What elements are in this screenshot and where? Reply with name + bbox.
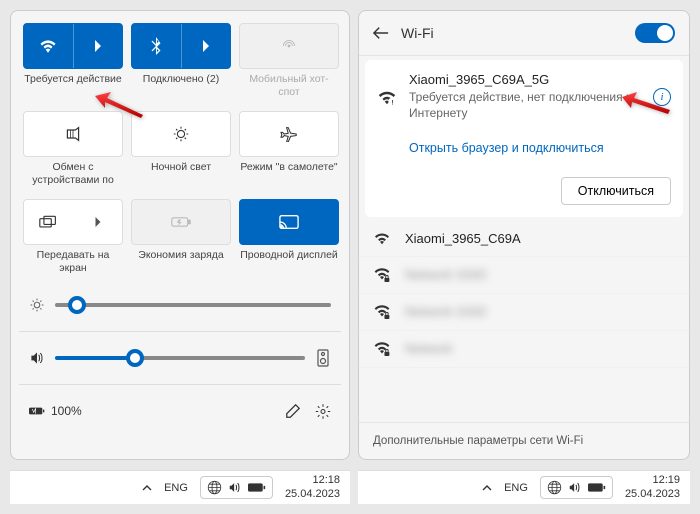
network-name: Network xyxy=(405,341,453,356)
wifi-locked-icon xyxy=(373,267,393,283)
night-light-tile[interactable] xyxy=(131,111,231,157)
quick-settings-panel: Требуется действие Подключено (2) Мобиль… xyxy=(10,10,350,460)
network-list: Xiaomi_3965_C69A Network SSID Network SS… xyxy=(359,221,689,368)
clock[interactable]: 12:19 25.04.2023 xyxy=(625,474,680,500)
disconnect-button[interactable]: Отключиться xyxy=(561,177,671,205)
system-tray[interactable] xyxy=(540,476,613,499)
wifi-icon xyxy=(373,231,393,245)
network-item[interactable]: Network SSID xyxy=(359,294,689,331)
network-name: Network SSID xyxy=(405,267,487,282)
volume-tray-icon xyxy=(568,481,582,494)
chevron-right-icon[interactable] xyxy=(74,200,123,244)
wifi-locked-icon xyxy=(373,341,393,357)
language-indicator[interactable]: ENG xyxy=(504,482,528,494)
project-tile[interactable] xyxy=(23,199,123,245)
chevron-right-icon[interactable] xyxy=(182,24,231,68)
wifi-locked-icon xyxy=(373,304,393,320)
bluetooth-tile-label: Подключено (2) xyxy=(143,73,219,101)
current-network[interactable]: ! Xiaomi_3965_C69A_5G Требуется действие… xyxy=(365,60,683,217)
project-label: Передавать на экран xyxy=(23,249,123,277)
network-tray-icon xyxy=(547,480,562,495)
bluetooth-tile[interactable] xyxy=(131,23,231,69)
system-tray[interactable] xyxy=(200,476,273,499)
edit-icon[interactable] xyxy=(285,403,301,419)
wifi-tile[interactable] xyxy=(23,23,123,69)
airplane-mode-tile[interactable] xyxy=(239,111,339,157)
more-wifi-settings[interactable]: Дополнительные параметры сети Wi-Fi xyxy=(359,422,689,459)
quick-settings-footer: 100% xyxy=(23,403,337,419)
divider xyxy=(19,331,341,332)
taskbar-left: ENG 12:18 25.04.2023 xyxy=(10,470,350,504)
annotation-arrow xyxy=(622,92,672,116)
volume-slider[interactable] xyxy=(23,350,337,366)
tray-chevron-icon[interactable] xyxy=(482,484,492,492)
network-tray-icon xyxy=(207,480,222,495)
volume-tray-icon xyxy=(228,481,242,494)
wifi-header: Wi-Fi xyxy=(359,11,689,56)
hotspot-tile[interactable] xyxy=(239,23,339,69)
network-item[interactable]: Network xyxy=(359,331,689,368)
wifi-toggle[interactable] xyxy=(635,23,675,43)
tile-row-1: Требуется действие Подключено (2) Мобиль… xyxy=(23,23,337,101)
battery-percentage: 100% xyxy=(51,404,82,418)
open-browser-link[interactable]: Открыть браузер и подключиться xyxy=(409,141,604,155)
network-status: Требуется действие, нет подключения к Ин… xyxy=(409,89,641,121)
cast-label: Проводной дисплей xyxy=(240,249,338,277)
network-name: Xiaomi_3965_C69A xyxy=(405,231,521,246)
network-item[interactable]: Xiaomi_3965_C69A xyxy=(359,221,689,257)
back-icon[interactable] xyxy=(373,25,389,41)
network-name: Network SSID xyxy=(405,304,487,319)
battery-tray-icon xyxy=(588,482,606,493)
network-name: Xiaomi_3965_C69A_5G xyxy=(409,72,641,87)
annotation-arrow xyxy=(95,90,145,120)
audio-output-icon[interactable] xyxy=(315,350,331,366)
tray-chevron-icon[interactable] xyxy=(142,484,152,492)
svg-text:!: ! xyxy=(391,99,393,106)
clock[interactable]: 12:18 25.04.2023 xyxy=(285,474,340,500)
battery-saver-tile[interactable] xyxy=(131,199,231,245)
cast-tile[interactable] xyxy=(239,199,339,245)
nearby-share-label: Обмен с устройствами по xyxy=(23,161,123,189)
battery-tray-icon xyxy=(248,482,266,493)
brightness-slider[interactable] xyxy=(23,297,337,313)
night-light-label: Ночной свет xyxy=(151,161,211,189)
language-indicator[interactable]: ENG xyxy=(164,482,188,494)
network-item[interactable]: Network SSID xyxy=(359,257,689,294)
wifi-warning-icon: ! xyxy=(377,88,397,106)
chevron-right-icon[interactable] xyxy=(74,24,123,68)
speaker-icon xyxy=(29,350,45,366)
brightness-icon xyxy=(29,297,45,313)
settings-icon[interactable] xyxy=(315,403,331,419)
tile-row-2: Обмен с устройствами по Ночной свет Режи… xyxy=(23,111,337,189)
taskbar-right: ENG 12:19 25.04.2023 xyxy=(358,470,690,504)
wifi-title: Wi-Fi xyxy=(401,25,623,41)
wifi-panel: Wi-Fi ! Xiaomi_3965_C69A_5G Требуется де… xyxy=(358,10,690,460)
airplane-mode-label: Режим "в самолете" xyxy=(240,161,337,189)
battery-icon xyxy=(29,403,45,419)
battery-saver-label: Экономия заряда xyxy=(138,249,223,277)
divider xyxy=(19,384,341,385)
tile-row-3: Передавать на экран Экономия заряда Пров… xyxy=(23,199,337,277)
hotspot-tile-label: Мобильный хот-спот xyxy=(239,73,339,101)
